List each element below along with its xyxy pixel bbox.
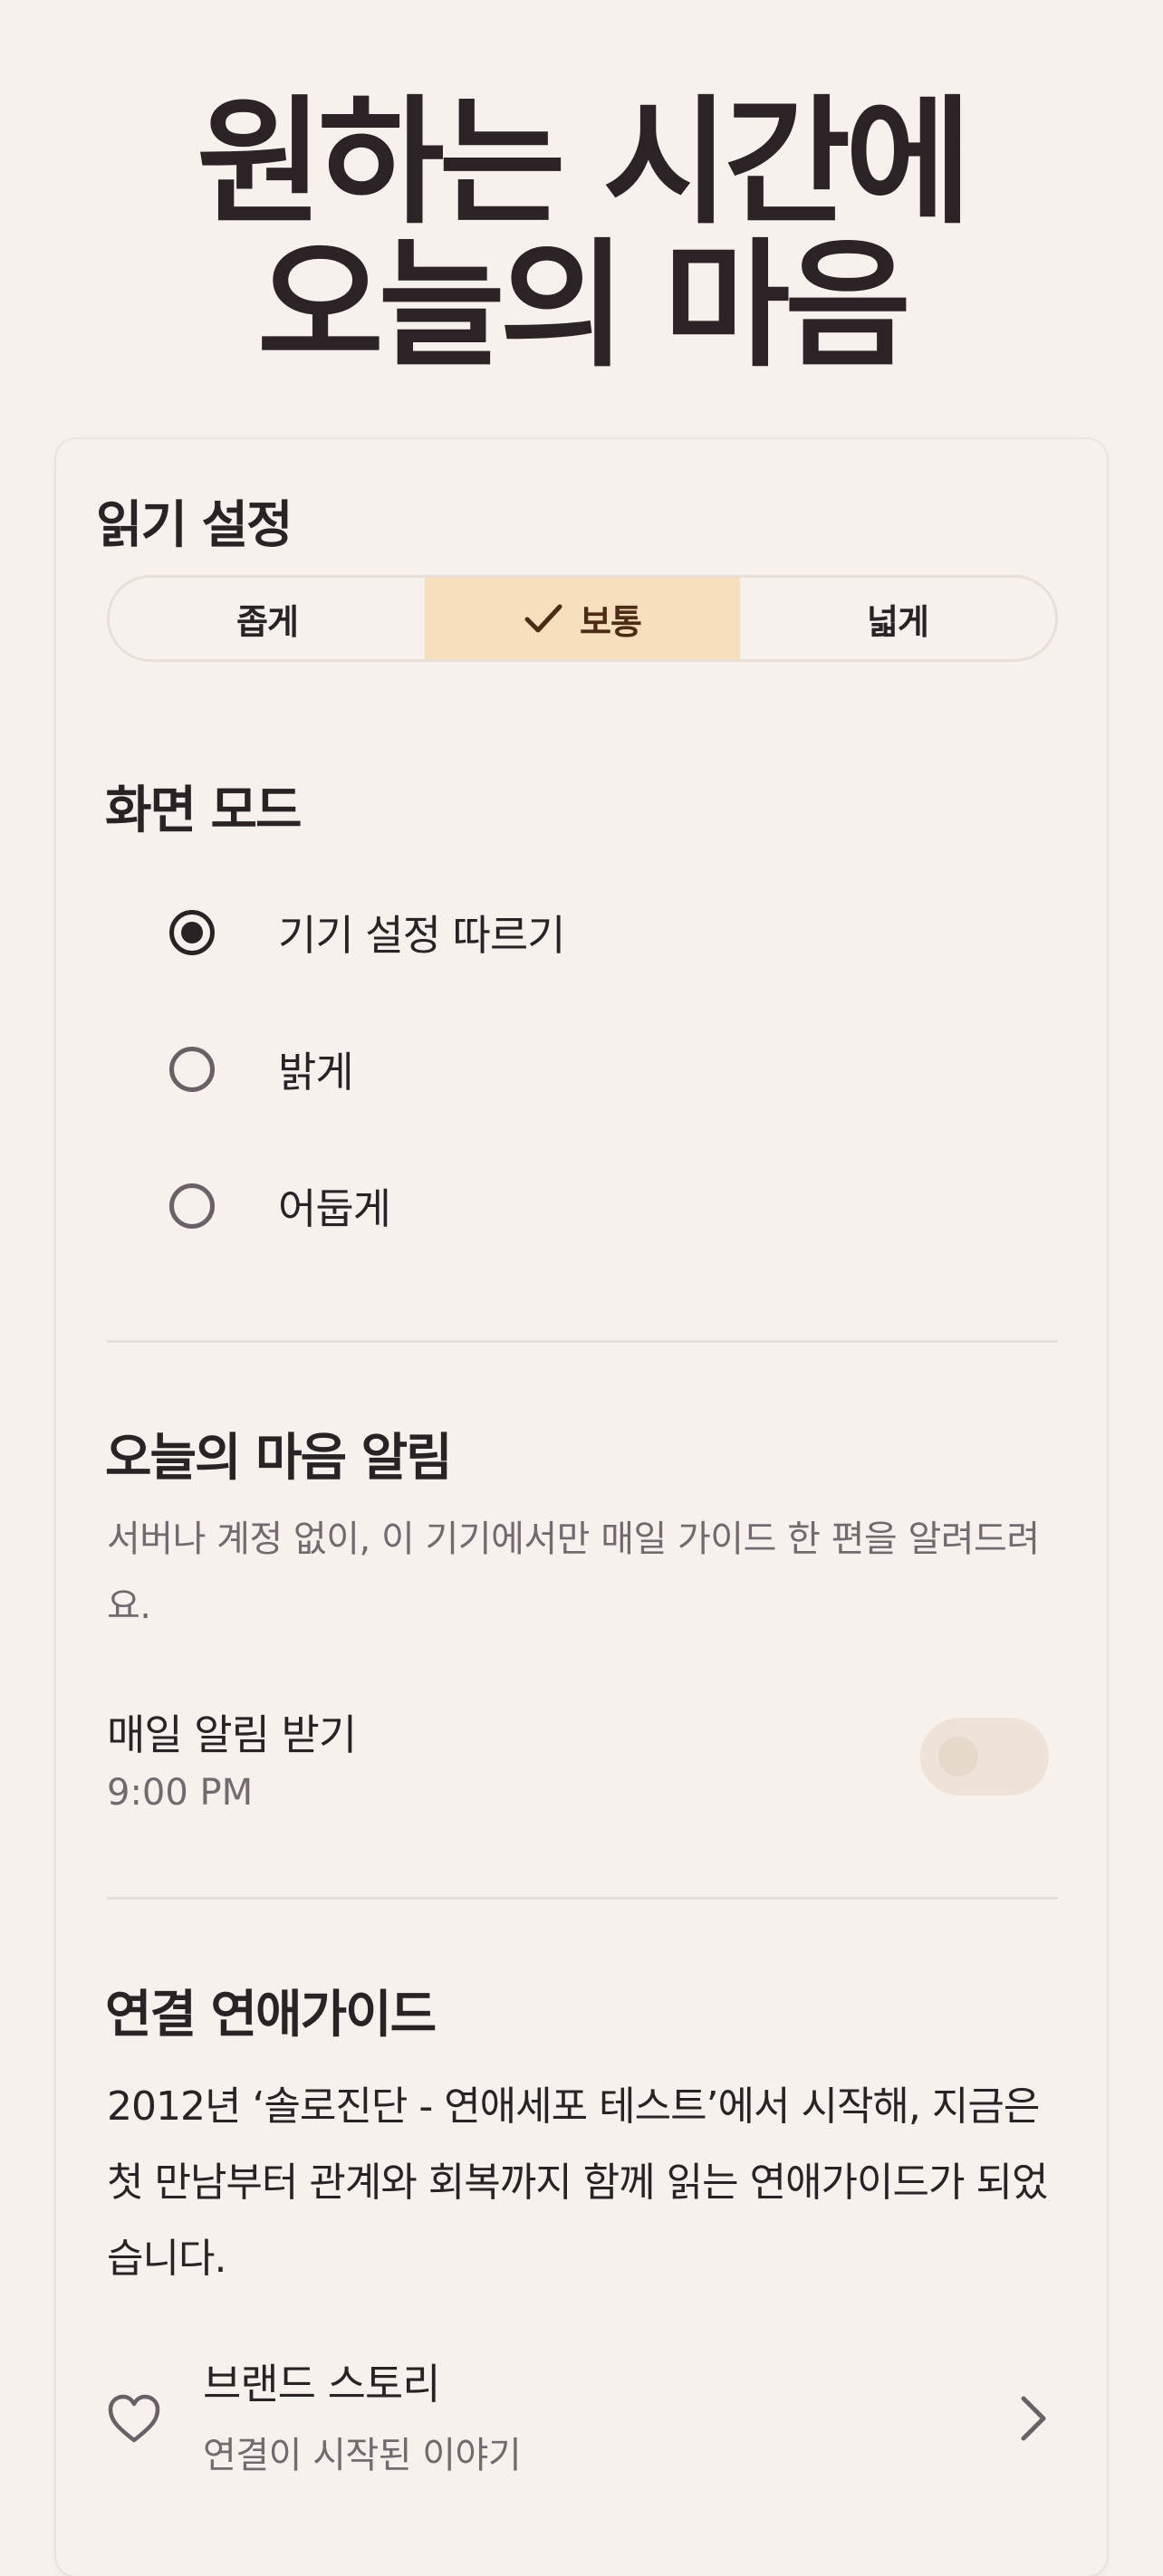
radio-unchecked-icon[interactable] [169, 1183, 215, 1229]
reading-option-label: 보통 [580, 601, 642, 642]
brand-story-title: 브랜드 스토리 [203, 2360, 441, 2408]
check-icon [524, 604, 562, 633]
screen-mode-option-dark[interactable]: 어둡게 [169, 1179, 391, 1233]
about-body: 2012년 ‘솔로진단 - 연애세포 테스트’에서 시작해, 지금은 첫 만남부… [107, 2083, 1048, 2282]
radio-label: 어둡게 [278, 1184, 391, 1233]
notification-time[interactable]: 9:00 PM [107, 1772, 253, 1814]
chevron-right-icon [1021, 2396, 1046, 2441]
radio-label: 밝게 [278, 1048, 354, 1096]
toggle-knob [938, 1737, 978, 1776]
reading-option-wide[interactable]: 넓게 [740, 578, 1055, 659]
brand-story-link[interactable]: 브랜드 스토리 연결이 시작된 이야기 [107, 2351, 1067, 2478]
divider [107, 1897, 1058, 1900]
screen-mode-title: 화면 모드 [105, 781, 303, 840]
screen-mode-option-light[interactable]: 밝게 [169, 1042, 354, 1096]
radio-label: 기기 설정 따르기 [278, 911, 565, 960]
notification-description: 서버나 계정 없이, 이 기기에서만 매일 가이드 한 편을 알려드려요. [107, 1518, 1040, 1627]
screen-mode-option-system[interactable]: 기기 설정 따르기 [169, 905, 565, 960]
reading-width-segmented-control: 좁게 보통 넓게 [107, 575, 1058, 662]
hero-title-line-2: 오늘의 마음 [256, 225, 911, 386]
daily-notification-label: 매일 알림 받기 [107, 1710, 357, 1759]
brand-story-subtitle: 연결이 시작된 이야기 [203, 2435, 522, 2476]
reading-settings-title: 읽기 설정 [96, 496, 293, 555]
notification-title: 오늘의 마음 알림 [105, 1429, 453, 1488]
radio-checked-icon[interactable] [169, 910, 215, 955]
radio-unchecked-icon[interactable] [169, 1047, 215, 1092]
reading-option-label: 좁게 [236, 601, 299, 642]
settings-card: 읽기 설정 좁게 보통 넓게 화면 모드 기기 설정 따르기 밝게 어둡게 오늘… [56, 439, 1107, 2576]
daily-notification-toggle[interactable] [920, 1718, 1049, 1796]
about-title: 연결 연애가이드 [105, 1986, 437, 2045]
hero-title-line-1: 원하는 시간에 [197, 82, 972, 243]
divider [107, 1340, 1058, 1343]
reading-option-narrow[interactable]: 좁게 [110, 578, 425, 659]
reading-option-normal[interactable]: 보통 [425, 578, 740, 659]
heart-icon [108, 2394, 160, 2443]
reading-option-label: 넓게 [867, 601, 929, 642]
